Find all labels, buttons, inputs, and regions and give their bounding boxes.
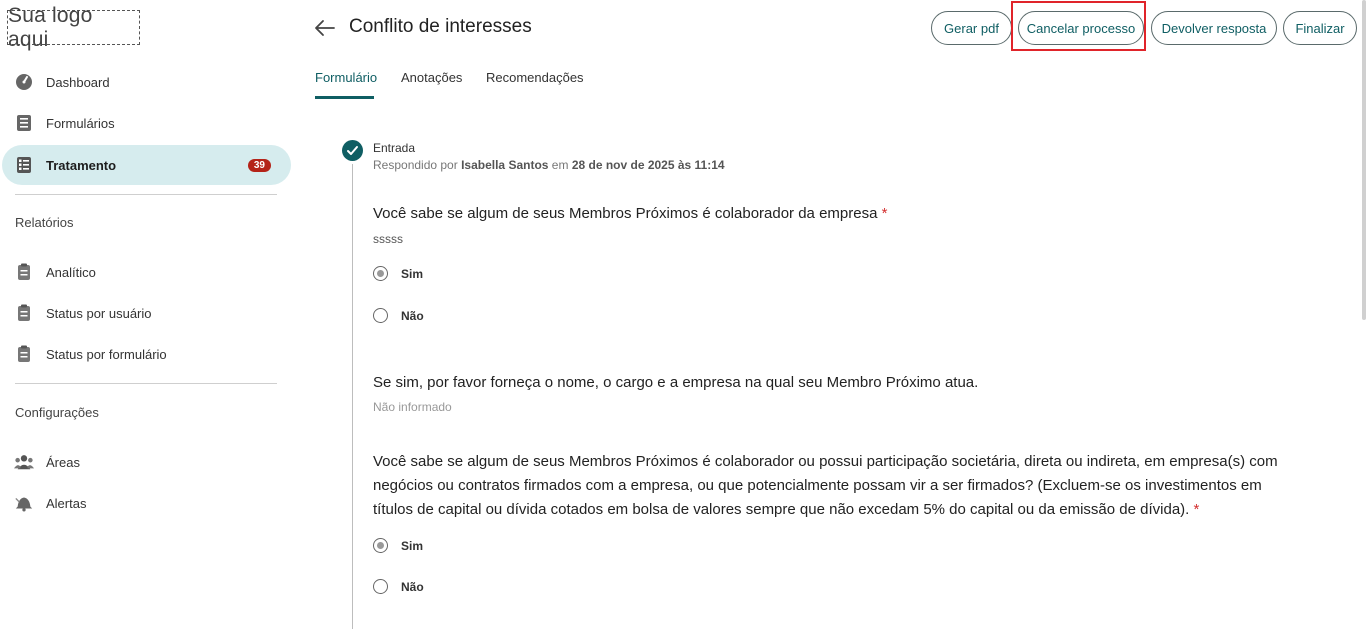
cancelar-processo-button[interactable]: Cancelar processo <box>1018 11 1144 45</box>
meta-mid: em <box>551 158 569 172</box>
sidebar-item-label: Analítico <box>46 264 96 280</box>
sidebar-item-tratamento[interactable]: Tratamento 39 <box>2 145 291 185</box>
radio-label: Não <box>401 579 424 594</box>
radio-option-nao[interactable]: Não <box>373 579 424 594</box>
sidebar-item-alertas[interactable]: Alertas <box>2 483 291 523</box>
tab-anotacoes[interactable]: Anotações <box>401 70 462 85</box>
check-icon <box>342 140 363 161</box>
sidebar-item-label: Dashboard <box>46 74 110 90</box>
radio-label: Sim <box>401 538 424 553</box>
responder-name: Isabella Santos <box>461 158 549 172</box>
tab-recomendacoes[interactable]: Recomendações <box>486 70 584 85</box>
sidebar-item-label: Tratamento <box>46 157 117 173</box>
active-tab-indicator <box>315 96 374 99</box>
divider <box>15 194 277 195</box>
sidebar-item-areas[interactable]: Áreas <box>2 442 291 482</box>
gerar-pdf-button[interactable]: Gerar pdf <box>931 11 1012 45</box>
section-title-configuracoes: Configurações <box>15 405 99 420</box>
question-label: Você sabe se algum de seus Membros Próxi… <box>373 453 1278 518</box>
radio-option-sim[interactable]: Sim <box>373 266 423 281</box>
sidebar-item-dashboard[interactable]: Dashboard <box>2 62 291 102</box>
required-marker: * <box>1193 501 1200 518</box>
answer-text: sssss <box>373 232 403 246</box>
count-badge: 39 <box>247 159 271 172</box>
meta-prefix: Respondido por <box>373 158 458 172</box>
page-title: Conflito de interesses <box>349 16 532 37</box>
question-label: Se sim, por favor forneça o nome, o carg… <box>373 374 979 391</box>
question-text: Você sabe se algum de seus Membros Próxi… <box>373 450 1293 522</box>
response-date: 28 de nov de 2025 às 11:14 <box>571 158 725 172</box>
radio-option-nao[interactable]: Não <box>373 308 424 323</box>
finalizar-button[interactable]: Finalizar <box>1283 11 1357 45</box>
people-icon <box>14 452 34 472</box>
radio-option-sim[interactable]: Sim <box>373 538 423 553</box>
back-arrow-icon[interactable] <box>313 16 337 40</box>
clipboard-icon <box>14 262 34 282</box>
radio-label: Sim <box>401 266 424 281</box>
sidebar-item-label: Alertas <box>46 495 87 511</box>
sidebar-item-label: Status por usuário <box>46 305 152 321</box>
sidebar: Sua logo aqui Dashboard Formulários Trat… <box>0 0 300 629</box>
clipboard-icon <box>14 344 34 364</box>
logo: Sua logo aqui <box>7 4 140 51</box>
radio-empty-icon <box>373 308 388 323</box>
sidebar-item-formularios[interactable]: Formulários <box>2 103 291 143</box>
timeline-line <box>352 164 353 629</box>
radio-label: Não <box>401 308 424 323</box>
sidebar-item-label: Áreas <box>46 454 80 470</box>
gauge-icon <box>14 72 34 92</box>
devolver-resposta-button[interactable]: Devolver resposta <box>1151 11 1277 45</box>
divider <box>15 383 277 384</box>
radio-empty-icon <box>373 579 388 594</box>
sidebar-item-label: Status por formulário <box>46 346 167 362</box>
required-marker: * <box>881 205 888 222</box>
bell-icon <box>14 493 34 513</box>
sidebar-item-status-usuario[interactable]: Status por usuário <box>2 293 291 333</box>
radio-selected-icon <box>373 538 388 553</box>
sidebar-item-analitico[interactable]: Analítico <box>2 252 291 292</box>
answer-text: Não informado <box>373 400 452 414</box>
sidebar-item-label: Formulários <box>46 115 115 131</box>
list-icon <box>14 113 34 133</box>
sidebar-item-status-formulario[interactable]: Status por formulário <box>2 334 291 374</box>
checklist-icon <box>14 155 34 175</box>
tab-formulario[interactable]: Formulário <box>315 70 377 85</box>
question-label: Você sabe se algum de seus Membros Próxi… <box>373 205 878 222</box>
clipboard-icon <box>14 303 34 323</box>
step-meta: Respondido por Isabella Santos em 28 de … <box>373 158 725 172</box>
question-text: Você sabe se algum de seus Membros Próxi… <box>373 202 1293 226</box>
scrollbar[interactable] <box>1362 0 1366 320</box>
radio-selected-icon <box>373 266 388 281</box>
question-text: Se sim, por favor forneça o nome, o carg… <box>373 371 1293 395</box>
step-title: Entrada <box>373 141 416 155</box>
section-title-relatorios: Relatórios <box>15 215 74 230</box>
